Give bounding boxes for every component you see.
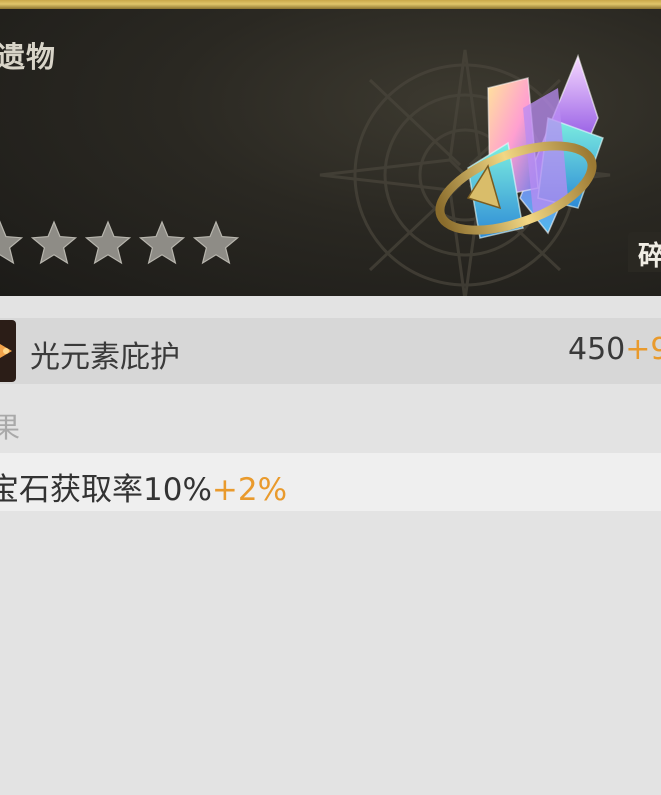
stat-bonus: +9 <box>625 332 661 367</box>
effect-description: 宝石获取率10% <box>0 472 212 508</box>
effect-section-label: 果 <box>0 411 21 444</box>
star-icon <box>138 220 186 265</box>
star-icon <box>84 220 132 265</box>
rarity-tag: 碎 <box>628 232 661 272</box>
star-icon <box>30 220 78 265</box>
star-rating <box>0 218 240 274</box>
effect-row: 宝石获取率10%+2% <box>0 453 661 511</box>
gold-border <box>0 0 661 9</box>
item-category: 遗物 <box>0 40 57 74</box>
item-header: 遗物 碎 <box>0 0 661 296</box>
stat-base-value: 450 <box>568 332 626 367</box>
star-icon <box>192 220 240 265</box>
star-icon <box>0 220 24 265</box>
stat-label: 光元素庇护 <box>30 340 180 375</box>
stat-value: 450+9 <box>568 332 661 367</box>
main-stat-row: 光元素庇护 450+9 <box>0 318 661 384</box>
light-element-icon <box>0 320 16 382</box>
crystal-shard-icon <box>435 53 604 239</box>
effect-text: 宝石获取率10%+2% <box>0 464 287 509</box>
effect-bonus: +2% <box>211 472 288 508</box>
